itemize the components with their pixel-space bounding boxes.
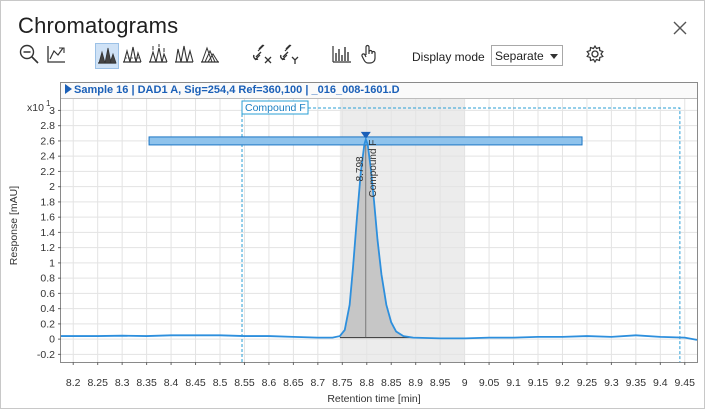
y-tick-label: 2.6 — [40, 135, 55, 147]
y-tick-label: 1.8 — [40, 196, 55, 208]
x-axis-label: Retention time [min] — [327, 393, 420, 405]
x-tick-label: 9.2 — [555, 377, 570, 389]
x-tick-label: 8.85 — [381, 377, 402, 389]
y-tick-label: 0.4 — [40, 303, 55, 315]
x-tick-label: 8.3 — [115, 377, 130, 389]
peak-rt-label: 8.798 — [355, 156, 366, 181]
x-tick-label: 8.8 — [359, 377, 374, 389]
y-tick-label: 2 — [49, 181, 55, 193]
x-tick-label: 9 — [462, 377, 468, 389]
x-tick-label: 8.35 — [136, 377, 157, 389]
y-tick-label: 1.6 — [40, 212, 55, 224]
x-tick-label: 9.45 — [675, 377, 696, 389]
x-tick-label: 8.7 — [311, 377, 326, 389]
chromatograms-window: Chromatograms Display mode Separate Samp… — [0, 0, 705, 409]
x-tick-label: 8.55 — [234, 377, 255, 389]
y-tick-label: 0 — [49, 334, 55, 346]
x-tick-label: 8.95 — [430, 377, 451, 389]
x-tick-label: 9.05 — [479, 377, 500, 389]
x-tick-label: 8.25 — [87, 377, 108, 389]
x-tick-label: 8.5 — [213, 377, 228, 389]
y-tick-label: 1.2 — [40, 242, 55, 254]
y-tick-label: 2.8 — [40, 120, 55, 132]
y-tick-label: 1.4 — [40, 227, 55, 239]
y-tick-label: 2.2 — [40, 166, 55, 178]
y-tick-label: -0.2 — [37, 349, 55, 361]
x-tick-label: 9.3 — [604, 377, 619, 389]
compound-label[interactable]: Compound F — [245, 102, 306, 114]
y-tick-label: 0.8 — [40, 273, 55, 285]
x-tick-label: 9.1 — [506, 377, 521, 389]
y-tick-label: 0.2 — [40, 318, 55, 330]
x-tick-label: 8.45 — [185, 377, 206, 389]
chromatogram-chart[interactable]: Compound F8.798 Compound F-0.200.20.40.60… — [1, 1, 705, 410]
y-tick-label: 0.6 — [40, 288, 55, 300]
y-axis-label: Response [mAU] — [8, 186, 20, 265]
x-tick-label: 8.4 — [164, 377, 179, 389]
x-tick-label: 8.65 — [283, 377, 304, 389]
x-tick-label: 9.25 — [577, 377, 598, 389]
peak-name-label: Compound F — [368, 140, 379, 198]
y-tick-label: 2.4 — [40, 151, 55, 163]
x-tick-label: 9.4 — [653, 377, 668, 389]
x-tick-label: 8.75 — [332, 377, 353, 389]
y-exponent-power: 1 — [46, 99, 51, 108]
x-tick-label: 9.35 — [626, 377, 647, 389]
y-exponent-label: x10 — [27, 102, 44, 114]
x-tick-label: 8.9 — [408, 377, 423, 389]
x-tick-label: 9.15 — [528, 377, 549, 389]
x-tick-label: 8.6 — [262, 377, 277, 389]
y-tick-label: 1 — [49, 257, 55, 269]
x-tick-label: 8.2 — [66, 377, 81, 389]
